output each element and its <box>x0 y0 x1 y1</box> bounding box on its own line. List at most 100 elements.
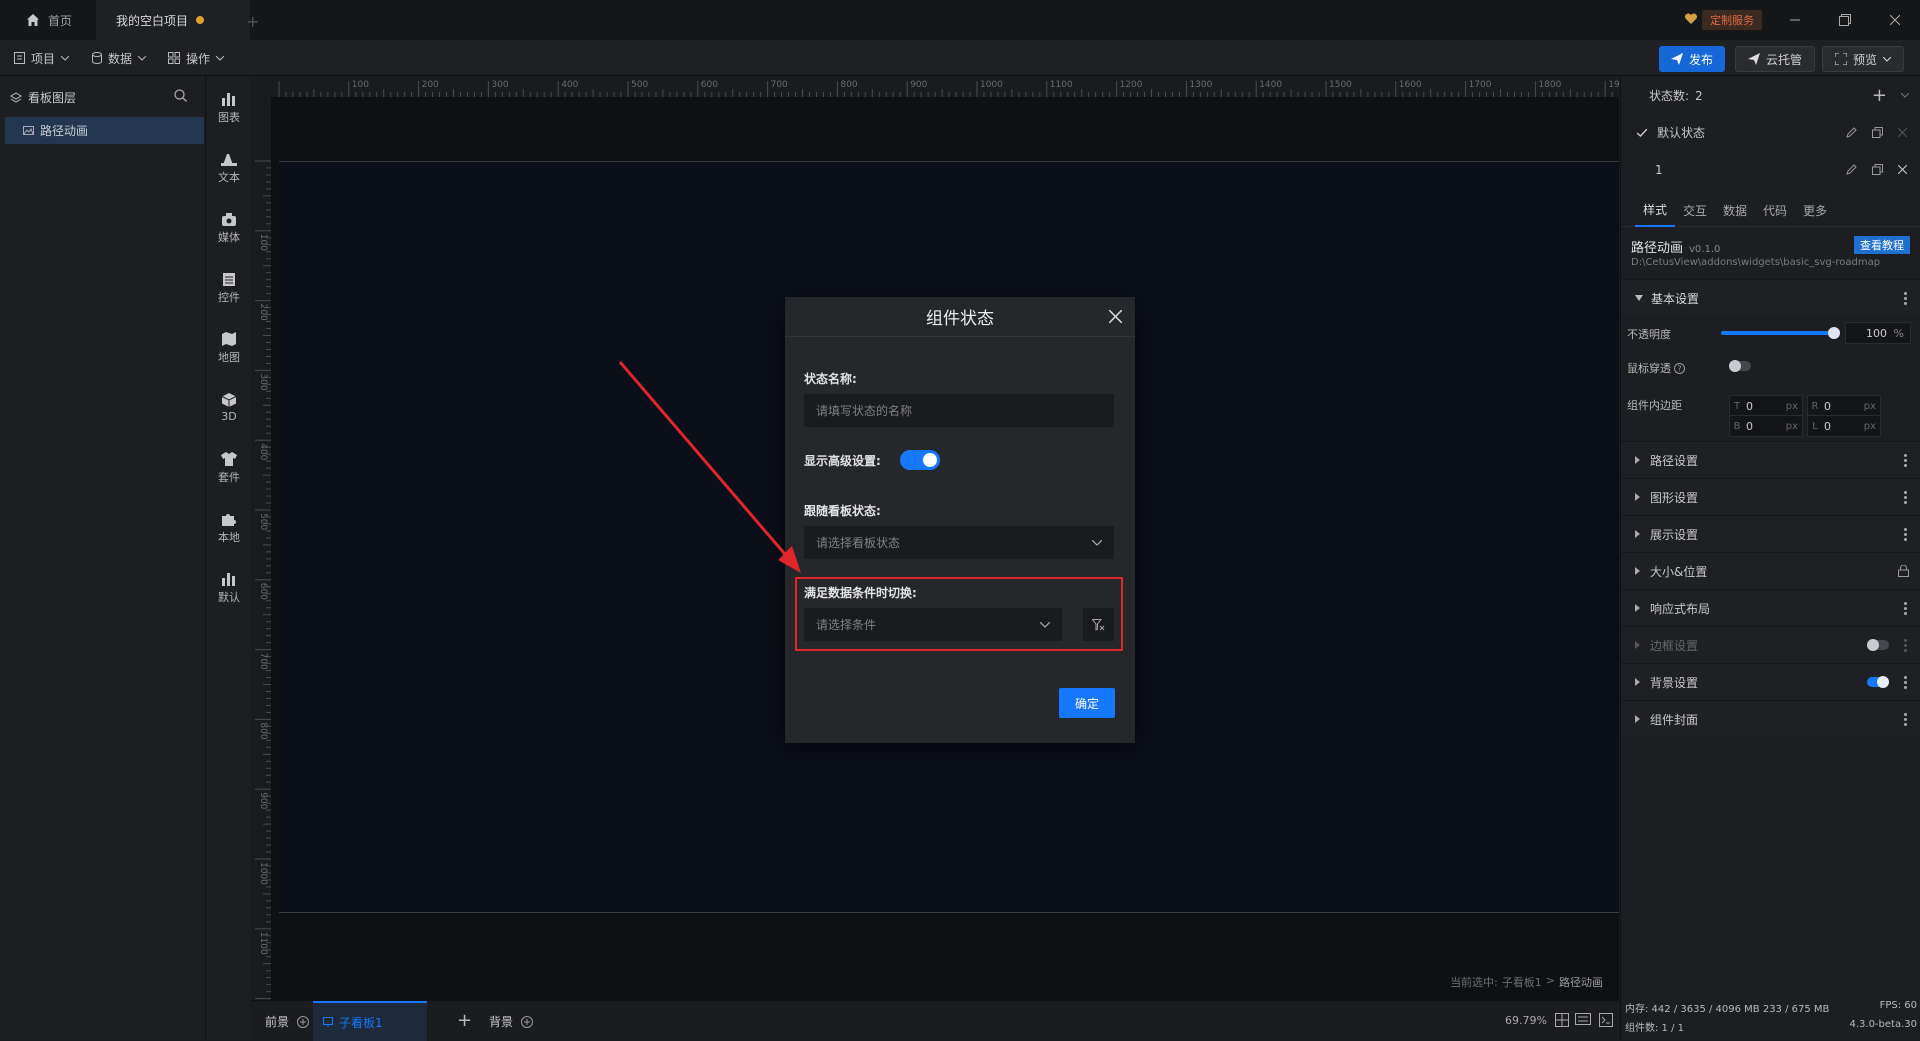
close-window-icon[interactable] <box>1872 0 1918 40</box>
preview-button[interactable]: 预览 <box>1822 46 1905 72</box>
rail-item-kit[interactable]: 套件 <box>207 443 251 493</box>
rail-item-media[interactable]: 媒体 <box>207 203 251 253</box>
menu-data[interactable]: 数据 <box>92 40 147 76</box>
keyboard-icon[interactable] <box>1575 1013 1591 1025</box>
chevron-down-icon <box>138 55 147 61</box>
publish-button[interactable]: 发布 <box>1659 46 1726 72</box>
more-vertical-icon[interactable] <box>1904 490 1907 504</box>
rail-item-map[interactable]: 地图 <box>207 323 251 373</box>
edit-icon[interactable] <box>1846 164 1857 175</box>
padding-top-input[interactable]: T 0 px <box>1729 395 1803 417</box>
caret-right-icon <box>1635 567 1640 575</box>
more-vertical-icon[interactable] <box>1904 453 1907 467</box>
padding-right-value: 0 <box>1824 399 1831 413</box>
chevron-down-icon <box>1040 621 1050 628</box>
follow-state-select[interactable]: 请选择看板状态 <box>804 526 1114 559</box>
condition-label: 满足数据条件时切换: <box>804 586 917 600</box>
section-cover[interactable]: 组件封面 <box>1621 700 1920 737</box>
bar-chart-icon <box>222 92 235 106</box>
section-background[interactable]: 背景设置 <box>1621 663 1920 700</box>
opacity-slider-handle[interactable] <box>1828 327 1840 339</box>
search-icon[interactable] <box>174 89 187 102</box>
padding-right-input[interactable]: R 0 px <box>1807 395 1881 417</box>
condition-select[interactable]: 请选择条件 <box>804 608 1062 641</box>
sub-board-tab[interactable]: 子看板1 <box>313 1001 427 1041</box>
component-count: 组件数: 1 / 1 <box>1625 1023 1684 1034</box>
section-responsive[interactable]: 响应式布局 <box>1621 589 1920 626</box>
advanced-settings-toggle[interactable] <box>900 450 940 470</box>
section-basic[interactable]: 基本设置 <box>1621 279 1920 316</box>
widget-version: v0.1.0 <box>1689 244 1721 255</box>
padding-left-input[interactable]: L 0 px <box>1807 415 1881 437</box>
opacity-slider[interactable] <box>1721 331 1833 335</box>
menu-project[interactable]: 项目 <box>14 40 70 76</box>
rail-item-text[interactable]: 文本 <box>207 143 251 193</box>
padding-bottom-input[interactable]: B 0 px <box>1729 415 1803 437</box>
background-toggle[interactable] <box>1867 676 1889 688</box>
more-vertical-icon[interactable] <box>1904 675 1907 689</box>
follow-state-placeholder: 请选择看板状态 <box>816 536 901 550</box>
state-name-input[interactable]: 请填写状态的名称 <box>804 394 1114 427</box>
layer-item[interactable]: 路径动画 <box>5 117 204 144</box>
state-item-default[interactable]: 默认状态 <box>1621 114 1920 151</box>
fit-screen-icon[interactable] <box>1555 1013 1569 1027</box>
tab-style[interactable]: 样式 <box>1635 193 1675 227</box>
delete-icon[interactable] <box>1898 165 1907 174</box>
tutorial-button[interactable]: 查看教程 <box>1854 236 1910 254</box>
copy-icon[interactable] <box>1872 127 1883 138</box>
custom-service-button[interactable]: 定制服务 <box>1702 10 1762 30</box>
section-path[interactable]: 路径设置 <box>1621 441 1920 478</box>
add-circle-icon[interactable] <box>521 1015 534 1028</box>
opacity-input[interactable]: 100 % <box>1845 322 1911 344</box>
padding-unit: px <box>1785 420 1798 432</box>
border-toggle[interactable] <box>1867 639 1889 651</box>
edit-icon[interactable] <box>1846 127 1857 138</box>
ruler-label: 1200 <box>1120 80 1143 90</box>
section-shape[interactable]: 图形设置 <box>1621 478 1920 515</box>
more-vertical-icon[interactable] <box>1904 291 1907 305</box>
close-icon[interactable] <box>1109 310 1122 323</box>
terminal-icon[interactable] <box>1599 1013 1613 1027</box>
foreground-tab[interactable]: 前景 <box>265 1013 310 1030</box>
section-label: 路径设置 <box>1650 453 1699 468</box>
filter-button[interactable] <box>1083 608 1114 641</box>
lock-icon[interactable] <box>1898 565 1909 577</box>
confirm-button[interactable]: 确定 <box>1059 688 1115 718</box>
rail-item-chart[interactable]: 图表 <box>207 83 251 133</box>
more-vertical-icon[interactable] <box>1904 527 1907 541</box>
tab-home[interactable]: 首页 <box>6 0 92 40</box>
more-vertical-icon[interactable] <box>1904 638 1907 652</box>
rail-item-control[interactable]: 控件 <box>207 263 251 313</box>
rail-item-3d[interactable]: 3D <box>207 383 251 433</box>
tab-more[interactable]: 更多 <box>1795 193 1835 227</box>
cloud-host-button[interactable]: 云托管 <box>1735 46 1816 72</box>
add-tab-icon[interactable]: + <box>457 1010 472 1031</box>
copy-icon[interactable] <box>1872 164 1883 175</box>
tab-project[interactable]: 我的空白项目 <box>96 0 250 40</box>
tab-interaction[interactable]: 交互 <box>1675 193 1715 227</box>
rail-item-local[interactable]: 本地 <box>207 503 251 553</box>
background-tab[interactable]: 背景 <box>489 1013 534 1030</box>
more-vertical-icon[interactable] <box>1904 601 1907 615</box>
restore-icon[interactable] <box>1822 0 1868 40</box>
tab-data[interactable]: 数据 <box>1715 193 1755 227</box>
zoom-level[interactable]: 69.79% <box>1505 1014 1547 1027</box>
rail-item-default[interactable]: 默认 <box>207 563 251 613</box>
add-state-icon[interactable]: + <box>1872 85 1887 106</box>
section-size-position[interactable]: 大小&位置 <box>1621 552 1920 589</box>
add-circle-icon[interactable] <box>297 1015 310 1028</box>
mouse-through-toggle[interactable] <box>1729 360 1751 372</box>
caret-right-icon <box>1635 715 1640 723</box>
new-tab-icon[interactable]: + <box>246 12 259 31</box>
breadcrumb-parent[interactable]: 子看板1 <box>1502 974 1542 990</box>
more-vertical-icon[interactable] <box>1904 712 1907 726</box>
ruler-label: 1500 <box>1329 80 1352 90</box>
minimize-icon[interactable] <box>1772 0 1818 40</box>
chevron-down-icon[interactable] <box>1901 93 1909 98</box>
section-display[interactable]: 展示设置 <box>1621 515 1920 552</box>
tab-code[interactable]: 代码 <box>1755 193 1795 227</box>
section-border[interactable]: 边框设置 <box>1621 626 1920 663</box>
tutorial-label: 查看教程 <box>1860 239 1904 252</box>
state-item-1[interactable]: 1 <box>1621 151 1920 188</box>
menu-operate[interactable]: 操作 <box>168 40 225 76</box>
